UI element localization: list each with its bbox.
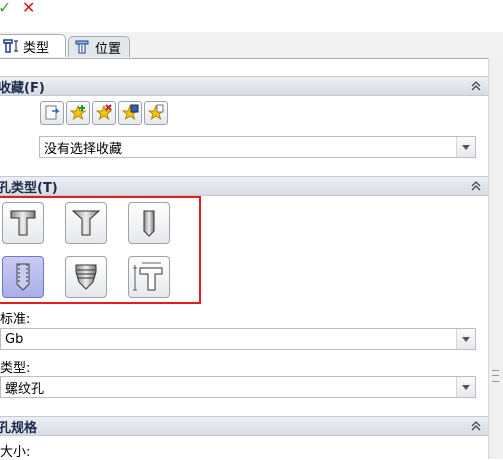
tab-position[interactable]: 位置 — [68, 36, 130, 57]
size-label: 大小: — [0, 445, 31, 460]
favorites-select-value: 没有选择收藏 — [44, 141, 123, 157]
add-favorite-button[interactable] — [66, 101, 90, 125]
tab-position-label: 位置 — [95, 41, 122, 57]
apply-default-icon — [45, 105, 60, 120]
delete-favorite-icon — [95, 104, 113, 121]
collapse-icon[interactable] — [470, 420, 482, 432]
add-favorite-icon — [69, 104, 87, 121]
scroll-grip-icon[interactable] — [492, 370, 499, 382]
apply-default-button[interactable] — [40, 101, 64, 125]
confirm-toolbar: ✓ ✕ — [0, 0, 503, 32]
tab-type-label: 类型 — [23, 40, 50, 56]
type-label: 类型: — [0, 361, 31, 376]
hole-type-section-header[interactable]: 孔类型(T) — [0, 176, 488, 196]
standard-select-value: Gb — [5, 331, 24, 347]
property-tabs: 类型 位置 — [0, 32, 503, 59]
collapse-icon[interactable] — [470, 180, 482, 192]
load-favorite-icon — [147, 104, 165, 121]
save-favorite-button[interactable] — [118, 101, 142, 125]
save-favorite-icon — [121, 104, 139, 121]
hole-type-highlight-box — [0, 196, 201, 304]
load-favorite-button[interactable] — [144, 101, 168, 125]
hole-type-icon — [3, 39, 18, 53]
standard-label: 标准: — [0, 312, 31, 327]
red-x-icon[interactable]: ✕ — [22, 0, 38, 16]
type-select-value: 螺纹孔 — [5, 381, 45, 397]
favorites-toolbar — [40, 101, 168, 125]
green-check-icon[interactable]: ✓ — [0, 0, 14, 16]
favorites-select[interactable]: 没有选择收藏 — [39, 136, 476, 158]
type-select[interactable]: 螺纹孔 — [0, 376, 476, 398]
scrollbar[interactable] — [488, 58, 503, 459]
chevron-down-icon[interactable] — [456, 137, 475, 157]
favorites-title: 收藏(F) — [0, 80, 45, 96]
collapse-icon[interactable] — [470, 80, 482, 92]
chevron-down-icon[interactable] — [456, 329, 475, 349]
position-icon — [75, 40, 89, 54]
hole-type-title: 孔类型(T) — [0, 180, 58, 196]
hole-spec-section-header[interactable]: 孔规格 — [0, 416, 488, 436]
chevron-down-icon[interactable] — [456, 377, 475, 397]
hole-spec-title: 孔规格 — [0, 420, 38, 436]
delete-favorite-button[interactable] — [92, 101, 116, 125]
standard-select[interactable]: Gb — [0, 328, 476, 350]
favorites-section-header[interactable]: 收藏(F) — [0, 76, 488, 96]
tab-type[interactable]: 类型 — [0, 34, 66, 57]
